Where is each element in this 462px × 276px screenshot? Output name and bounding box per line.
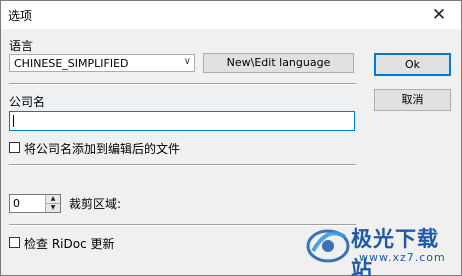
divider — [9, 164, 356, 166]
options-dialog: 选项 ✕ 语言 CHINESE_SIMPLIFIED ∨ New\Edit la… — [0, 0, 462, 276]
chevron-down-icon: ∨ — [183, 56, 191, 67]
cancel-button[interactable]: 取消 — [374, 89, 451, 111]
new-edit-language-button[interactable]: New\Edit language — [203, 53, 354, 73]
close-icon[interactable]: ✕ — [417, 1, 461, 29]
company-label: 公司名 — [9, 95, 46, 109]
watermark-logo: 极光下载站 www.xz7.com — [305, 221, 455, 276]
language-label: 语言 — [9, 39, 34, 53]
text-caret — [13, 115, 14, 127]
add-company-checkbox[interactable] — [9, 142, 20, 153]
check-update-checkbox[interactable] — [9, 237, 20, 248]
crop-area-label: 裁剪区域: — [69, 197, 122, 211]
company-name-input[interactable] — [9, 111, 355, 131]
divider — [9, 224, 356, 226]
spin-up-icon[interactable]: ▲ — [45, 195, 60, 204]
spin-down-icon[interactable]: ▼ — [45, 204, 60, 212]
watermark-logo-icon — [306, 229, 350, 263]
watermark-brand: 极光下载站 — [351, 227, 439, 276]
ok-button[interactable]: Ok — [374, 53, 451, 76]
crop-area-spinner[interactable]: 0 ▲ ▼ — [9, 194, 61, 213]
title-bar: 选项 ✕ — [1, 1, 461, 29]
window-title: 选项 — [8, 9, 33, 23]
check-update-label[interactable]: 检查 RiDoc 更新 — [24, 235, 114, 252]
add-company-checkbox-label[interactable]: 将公司名添加到编辑后的文件 — [24, 140, 180, 157]
divider — [9, 83, 356, 85]
language-selected-value: CHINESE_SIMPLIFIED — [14, 57, 129, 70]
watermark-url: www.xz7.com — [359, 251, 446, 264]
language-dropdown[interactable]: CHINESE_SIMPLIFIED ∨ — [9, 54, 195, 72]
crop-area-value[interactable]: 0 — [13, 197, 20, 210]
